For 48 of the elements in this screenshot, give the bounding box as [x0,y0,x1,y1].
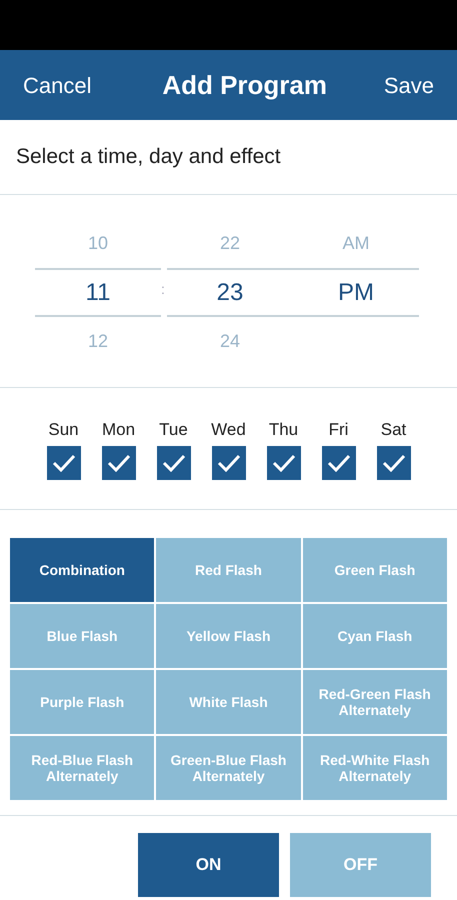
day-label: Wed [211,419,246,442]
effect-option[interactable]: Cyan Flash [302,604,447,668]
effect-option[interactable]: Red Flash [156,538,301,602]
day-label: Fri [328,419,348,442]
picker-value[interactable]: 24 [220,328,240,355]
day-checkbox[interactable] [212,446,246,480]
effect-option[interactable]: Yellow Flash [156,604,301,668]
effect-option[interactable]: Green Flash [302,538,447,602]
picker-value[interactable]: 23 [216,274,244,310]
day-label: Mon [102,419,136,442]
save-button[interactable]: Save [384,68,434,102]
checkmark-icon [326,454,350,472]
picker-value[interactable]: 22 [220,230,240,257]
checkmark-icon [216,454,240,472]
checkmark-icon [272,454,296,472]
day-label: Sun [48,419,79,442]
effect-option[interactable]: Red-Green Flash Alternately [302,670,447,734]
effect-option[interactable]: Purple Flash [10,670,154,734]
checkmark-icon [52,454,76,472]
power-button[interactable]: ON [138,833,279,897]
effect-option[interactable]: Green-Blue Flash Alternately [156,736,301,800]
day-checkbox[interactable] [376,446,410,480]
picker-value[interactable]: 12 [88,328,108,355]
day-label: Tue [159,419,188,442]
day-checkbox[interactable] [156,446,190,480]
page-title: Add Program [162,68,327,102]
day-checkbox[interactable] [266,446,300,480]
checkmark-icon [106,454,130,472]
day-checkbox[interactable] [102,446,136,480]
picker-value[interactable]: AM [342,230,370,257]
effect-option[interactable]: White Flash [156,670,301,734]
time-separator: : [161,280,166,299]
effect-option[interactable]: Blue Flash [10,604,154,668]
effect-option[interactable]: Red-White Flash Alternately [302,736,447,800]
day-label: Sat [380,419,406,442]
day-checkbox[interactable] [322,446,356,480]
picker-value[interactable]: PM [338,274,374,310]
checkmark-icon [382,454,406,472]
cancel-button[interactable]: Cancel [23,68,92,102]
checkmark-icon [162,454,186,472]
picker-value[interactable]: 11 [86,274,110,310]
picker-value[interactable]: 10 [88,230,108,257]
instruction-text: Select a time, day and effect [16,144,281,170]
power-button[interactable]: OFF [290,833,431,897]
effect-option[interactable]: Red-Blue Flash Alternately [10,736,154,800]
effect-option[interactable]: Combination [10,538,154,602]
day-checkbox[interactable] [46,446,80,480]
day-label: Thu [268,419,298,442]
